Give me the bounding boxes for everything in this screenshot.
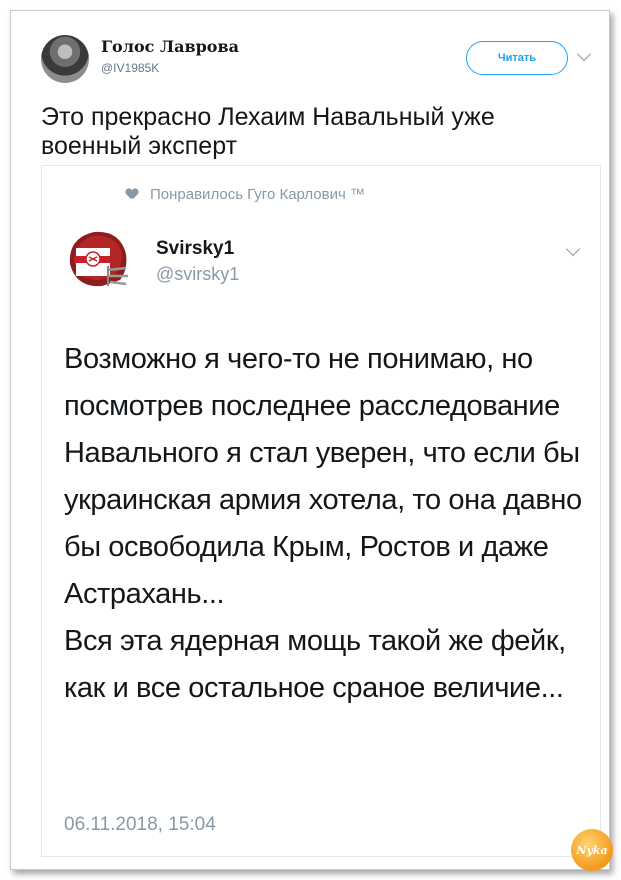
liked-by-row: Понравилось Гуго Карлович ™ [126,186,365,203]
tweet-timestamp[interactable]: 06.11.2018, 15:04 [64,814,216,836]
site-watermark-logo: Nyka [571,829,613,871]
quoted-tweet-body: Возможно я чего-то не понимаю, но посмот… [64,336,589,712]
chevron-down-icon[interactable] [576,46,592,62]
liked-by-text: Понравилось Гуго Карлович ™ [150,186,365,203]
quoted-paragraph: Возможно я чего-то не понимаю, но посмот… [64,343,582,610]
quoted-author-avatar[interactable] [62,224,136,298]
author-handle[interactable]: @IV1985K [101,61,159,75]
chevron-down-icon[interactable] [565,241,581,257]
quoted-tweet[interactable]: Понравилось Гуго Карлович ™ Svirsky1 @sv… [41,165,601,857]
tweet-text: Это прекрасно Лехаим Навальный уже военн… [41,103,495,160]
quoted-author-handle[interactable]: @svirsky1 [156,264,239,285]
author-avatar[interactable] [41,35,89,83]
follow-button[interactable]: Читать [466,41,568,75]
quoted-author-name[interactable]: Svirsky1 [156,238,234,260]
quoted-paragraph: Вся эта ядерная мощь такой же фейк, как … [64,625,566,704]
heart-icon [126,189,138,200]
author-name[interactable]: Голос Лаврова [101,37,239,56]
screenshot-frame: Голос Лаврова @IV1985K Читать Это прекра… [10,10,613,871]
